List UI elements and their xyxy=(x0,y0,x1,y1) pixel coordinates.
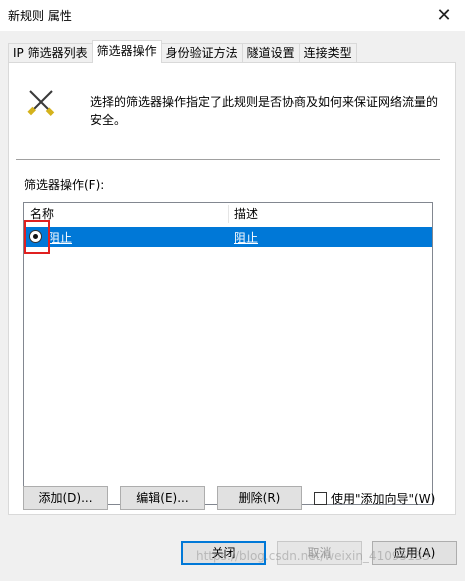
column-header-description[interactable]: 描述 xyxy=(228,203,258,225)
row-description-cell: 阻止 xyxy=(234,231,259,245)
edit-button[interactable]: 编辑(E)... xyxy=(120,486,205,510)
tab-strip: IP 筛选器列表 筛选器操作 身份验证方法 隧道设置 连接类型 xyxy=(8,40,357,63)
filter-action-list-label: 筛选器操作(F): xyxy=(24,178,105,192)
dialog-body: IP 筛选器列表 筛选器操作 身份验证方法 隧道设置 连接类型 选择的筛选器操作… xyxy=(0,31,465,581)
cancel-button[interactable]: 取消 xyxy=(277,541,362,565)
highlight-box xyxy=(24,220,50,254)
delete-button[interactable]: 删除(R) xyxy=(217,486,302,510)
tab-tunnel-settings[interactable]: 隧道设置 xyxy=(241,43,300,63)
crossed-tools-icon xyxy=(27,90,55,116)
table-row[interactable]: 阻止 阻止 xyxy=(24,227,432,247)
list-header: 名称 描述 xyxy=(24,203,432,225)
description-text: 选择的筛选器操作指定了此规则是否协商及如何来保证网络流量的安全。 xyxy=(90,95,439,127)
title-bar: 新规则 属性 ✕ xyxy=(0,0,465,31)
tab-filter-action[interactable]: 筛选器操作 xyxy=(91,40,162,63)
add-button[interactable]: 添加(D)... xyxy=(23,486,108,510)
tab-ip-filter-list[interactable]: IP 筛选器列表 xyxy=(8,43,93,63)
use-wizard-label: 使用"添加向导"(W) xyxy=(331,491,436,506)
filter-action-listview[interactable]: 名称 描述 阻止 阻止 xyxy=(23,202,433,505)
row-name-cell: 阻止 xyxy=(48,231,73,245)
wizard-checkbox-group[interactable]: 使用"添加向导"(W) xyxy=(314,488,435,508)
use-wizard-checkbox[interactable] xyxy=(314,491,327,505)
apply-button[interactable]: 应用(A) xyxy=(372,541,457,565)
tab-connection-type[interactable]: 连接类型 xyxy=(298,43,357,63)
properties-dialog: 新规则 属性 ✕ IP 筛选器列表 筛选器操作 身份验证方法 隧道设置 连接类型… xyxy=(0,0,465,581)
close-button[interactable]: 关闭 xyxy=(181,541,266,565)
close-icon[interactable]: ✕ xyxy=(429,2,459,28)
divider xyxy=(16,159,440,160)
tab-authentication-methods[interactable]: 身份验证方法 xyxy=(160,43,243,63)
window-title: 新规则 属性 xyxy=(8,9,72,23)
